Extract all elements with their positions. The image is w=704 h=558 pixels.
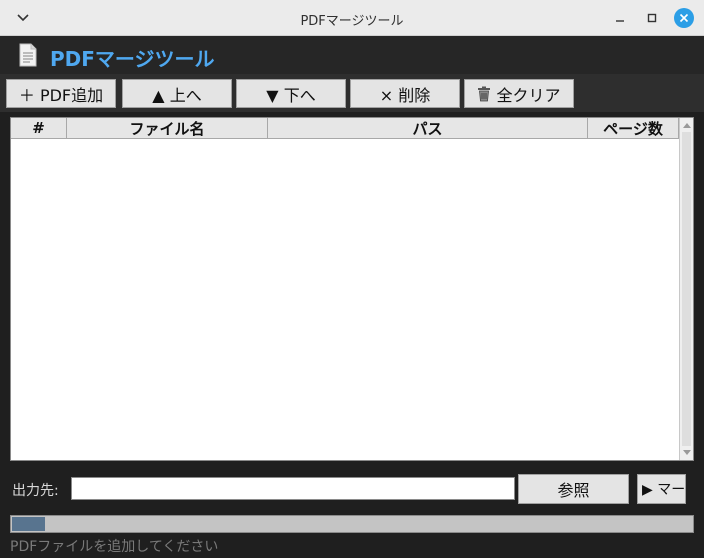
scroll-up-arrow-icon[interactable] <box>682 120 692 130</box>
document-icon <box>19 43 37 67</box>
add-pdf-button[interactable]: ＋ PDF追加 <box>6 79 116 108</box>
table-header: # ファイル名 パス ページ数 <box>11 118 679 139</box>
window-title: PDFマージツール <box>300 14 404 29</box>
column-header-path[interactable]: パス <box>268 118 588 139</box>
merge-button[interactable]: ▶ マー <box>637 474 686 504</box>
status-text: PDFファイルを追加してください <box>10 539 219 555</box>
trash-icon <box>478 86 491 101</box>
clear-all-button[interactable]: 全クリア <box>464 79 574 108</box>
minimize-button[interactable] <box>610 8 630 28</box>
scrollbar-track[interactable] <box>682 132 691 446</box>
column-header-index[interactable]: # <box>11 118 67 139</box>
column-header-pages[interactable]: ページ数 <box>588 118 679 139</box>
browse-button[interactable]: 参照 <box>518 474 629 504</box>
maximize-button[interactable] <box>642 8 662 28</box>
close-icon <box>679 13 689 23</box>
scroll-down-arrow-icon[interactable] <box>682 448 692 458</box>
app-title: PDFマージツール <box>50 47 215 71</box>
clear-all-label: 全クリア <box>496 85 561 105</box>
column-header-filename[interactable]: ファイル名 <box>67 118 268 139</box>
move-down-button[interactable]: ▼ 下へ <box>236 79 346 108</box>
progress-bar <box>10 515 694 533</box>
file-table[interactable]: # ファイル名 パス ページ数 <box>10 117 694 461</box>
close-button[interactable] <box>674 8 694 28</box>
progress-fill <box>12 517 45 531</box>
output-label: 出力先: <box>12 483 59 499</box>
delete-button[interactable]: × 削除 <box>350 79 460 108</box>
move-up-button[interactable]: ▲ 上へ <box>122 79 232 108</box>
toolbar: ＋ PDF追加 ▲ 上へ ▼ 下へ × 削除 全クリア <box>0 74 704 112</box>
app-header: PDFマージツール <box>0 36 704 74</box>
output-path-input[interactable] <box>71 477 515 500</box>
table-scrollbar[interactable] <box>679 118 693 460</box>
window-titlebar: PDFマージツール <box>0 0 704 36</box>
